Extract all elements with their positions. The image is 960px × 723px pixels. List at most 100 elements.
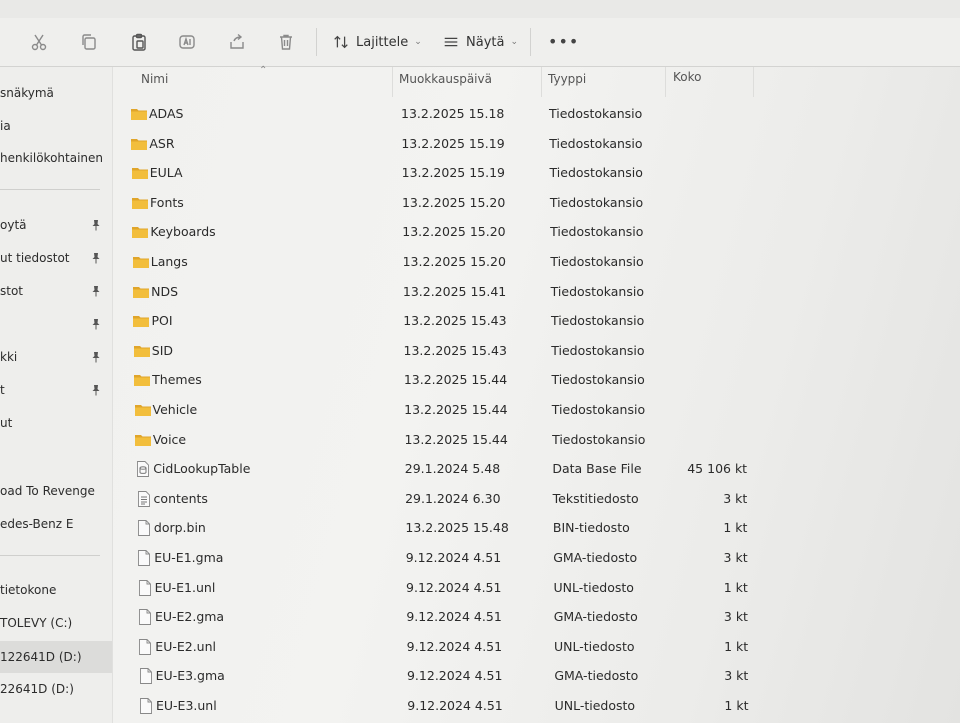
file-name: EU-E2.unl — [155, 638, 216, 654]
nav-item-pinned[interactable]: kki — [0, 344, 108, 370]
file-modified: 13.2.2025 15.43 — [403, 342, 507, 358]
nav-item-pinned[interactable]: stot — [0, 278, 108, 304]
scissors-icon — [31, 34, 47, 51]
file-row[interactable]: dorp.bin 13.2.2025 15.48 BIN-tiedosto 1 kt — [113, 514, 873, 542]
file-modified: 9.12.2024 4.51 — [405, 550, 502, 565]
file-icon — [135, 549, 153, 567]
share-button[interactable] — [222, 28, 252, 56]
file-size: 1 kt — [724, 698, 749, 713]
file-modified: 13.2.2025 15.18 — [401, 106, 505, 121]
column-divider[interactable] — [541, 67, 542, 97]
nav-item[interactable]: ut — [0, 410, 108, 436]
folder-row[interactable]: Keyboards 13.2.2025 15.20 Tiedostokansio — [113, 218, 873, 246]
folder-row[interactable]: NDS 13.2.2025 15.41 Tiedostokansio — [113, 278, 873, 306]
file-type: BIN-tiedosto — [552, 520, 630, 536]
column-header-modified[interactable]: Muokkauspäivä — [399, 72, 492, 86]
folder-row[interactable]: Themes 13.2.2025 15.44 Tiedostokansio — [113, 366, 873, 394]
nav-divider — [0, 189, 100, 190]
cut-button[interactable] — [24, 28, 54, 56]
trash-icon — [280, 34, 292, 50]
delete-button[interactable] — [271, 28, 301, 56]
column-header-size[interactable]: Koko — [673, 70, 701, 84]
nav-item[interactable]: oad To Revenge — [0, 478, 108, 504]
column-divider[interactable] — [753, 67, 754, 97]
folder-icon — [132, 283, 150, 301]
folder-row[interactable]: EULA 13.2.2025 15.19 Tiedostokansio — [113, 159, 873, 187]
copy-button[interactable] — [74, 28, 104, 56]
folder-row[interactable]: Vehicle 13.2.2025 15.44 Tiedostokansio — [113, 396, 873, 424]
folder-icon — [134, 401, 152, 419]
folder-row[interactable]: Langs 13.2.2025 15.20 Tiedostokansio — [113, 248, 873, 276]
nav-item[interactable]: snäkymä — [0, 80, 108, 106]
nav-item-drive-d-selected[interactable]: 122641D (D:) — [0, 641, 112, 673]
rename-button[interactable] — [172, 28, 202, 56]
file-type: Tiedostokansio — [551, 342, 645, 358]
sort-ascending-icon: ⌃ — [259, 65, 268, 76]
nav-item-drive-c[interactable]: TOLEVY (C:) — [0, 610, 108, 636]
folder-icon — [132, 312, 150, 330]
file-type: Tiedostokansio — [549, 106, 643, 121]
file-row[interactable]: EU-E2.unl 9.12.2024 4.51 UNL-tiedosto 1 kt — [113, 633, 873, 661]
command-bar: Lajittele ⌄ Näytä ⌄ ••• — [0, 18, 960, 67]
file-type: Tiedostokansio — [552, 431, 646, 447]
folder-icon — [131, 194, 149, 212]
folder-row[interactable]: Voice 13.2.2025 15.44 Tiedostokansio — [113, 426, 873, 454]
sort-menu-button[interactable]: Lajittele ⌄ — [332, 30, 422, 54]
file-name: Vehicle — [152, 402, 198, 417]
file-type: UNL-tiedosto — [554, 698, 636, 713]
database-file-icon — [134, 460, 152, 478]
folder-row[interactable]: ADAS 13.2.2025 15.18 Tiedostokansio — [113, 100, 873, 128]
file-row[interactable]: EU-E1.unl 9.12.2024 4.51 UNL-tiedosto 1 kt — [113, 574, 873, 602]
file-row[interactable]: EU-E3.gma 9.12.2024 4.51 GMA-tiedosto 3 kt — [113, 662, 873, 690]
file-size: 45 106 kt — [687, 461, 748, 477]
nav-item-this-pc[interactable]: tietokone — [0, 577, 108, 603]
file-modified: 29.1.2024 5.48 — [404, 461, 501, 477]
folder-row[interactable]: POI 13.2.2025 15.43 Tiedostokansio — [113, 307, 873, 335]
chevron-down-icon: ⌄ — [510, 37, 518, 47]
pin-icon — [92, 319, 100, 330]
file-name: ADAS — [149, 106, 184, 121]
rename-icon — [179, 35, 195, 49]
file-name: Voice — [152, 431, 187, 447]
view-menu-button[interactable]: Näytä ⌄ — [442, 30, 518, 54]
nav-item-drive-d[interactable]: 22641D (D:) — [0, 676, 108, 702]
column-header-type[interactable]: Tyyppi — [548, 72, 586, 86]
folder-row[interactable]: SID 13.2.2025 15.43 Tiedostokansio — [113, 337, 873, 365]
file-row[interactable]: EU-E2.gma 9.12.2024 4.51 GMA-tiedosto 3 kt — [113, 603, 873, 631]
share-icon — [230, 33, 244, 49]
file-modified: 29.1.2024 6.30 — [405, 490, 501, 506]
paste-button[interactable] — [124, 28, 154, 56]
column-header-name[interactable]: Nimi — [141, 72, 168, 86]
more-options-button[interactable]: ••• — [548, 32, 579, 51]
nav-divider — [0, 555, 100, 556]
file-modified: 13.2.2025 15.43 — [403, 313, 507, 329]
file-modified: 13.2.2025 15.19 — [401, 165, 506, 181]
nav-item[interactable]: edes-Benz E — [0, 511, 108, 537]
column-divider[interactable] — [665, 67, 666, 97]
file-name: SID — [151, 342, 174, 358]
folder-icon — [133, 342, 151, 360]
nav-item-pinned[interactable]: t — [0, 377, 108, 403]
view-list-icon — [444, 37, 458, 47]
nav-item-pinned[interactable]: oytä — [0, 212, 108, 238]
file-type: GMA-tiedosto — [553, 609, 638, 625]
file-row[interactable]: EU-E3.unl 9.12.2024 4.51 UNL-tiedosto 1 kt — [113, 692, 873, 720]
file-modified: 13.2.2025 15.44 — [403, 372, 508, 388]
column-divider[interactable] — [392, 67, 393, 97]
file-name: NDS — [151, 283, 179, 299]
nav-item[interactable]: ia — [0, 113, 108, 139]
nav-item-pinned[interactable] — [0, 311, 108, 337]
nav-item[interactable]: henkilökohtainen — [0, 145, 108, 171]
folder-row[interactable]: ASR 13.2.2025 15.19 Tiedostokansio — [113, 130, 873, 158]
nav-item-pinned[interactable]: ut tiedostot — [0, 245, 108, 271]
file-name: EU-E2.gma — [154, 609, 225, 625]
file-row[interactable]: EU-E1.gma 9.12.2024 4.51 GMA-tiedosto 3 kt — [113, 544, 873, 572]
file-row[interactable]: contents 29.1.2024 6.30 Tekstitiedosto 3 kt — [113, 485, 873, 513]
file-list: Nimi ⌃ Muokkauspäivä Tyyppi Koko ADAS 13.… — [113, 65, 960, 723]
file-name: EU-E1.gma — [154, 550, 224, 565]
chevron-down-icon: ⌄ — [414, 37, 422, 47]
folder-row[interactable]: Fonts 13.2.2025 15.20 Tiedostokansio — [113, 189, 873, 217]
file-row[interactable]: CidLookupTable 29.1.2024 5.48 Data Base Fi… — [113, 455, 873, 483]
file-icon — [136, 608, 154, 626]
file-name: EU-E1.unl — [154, 579, 216, 595]
